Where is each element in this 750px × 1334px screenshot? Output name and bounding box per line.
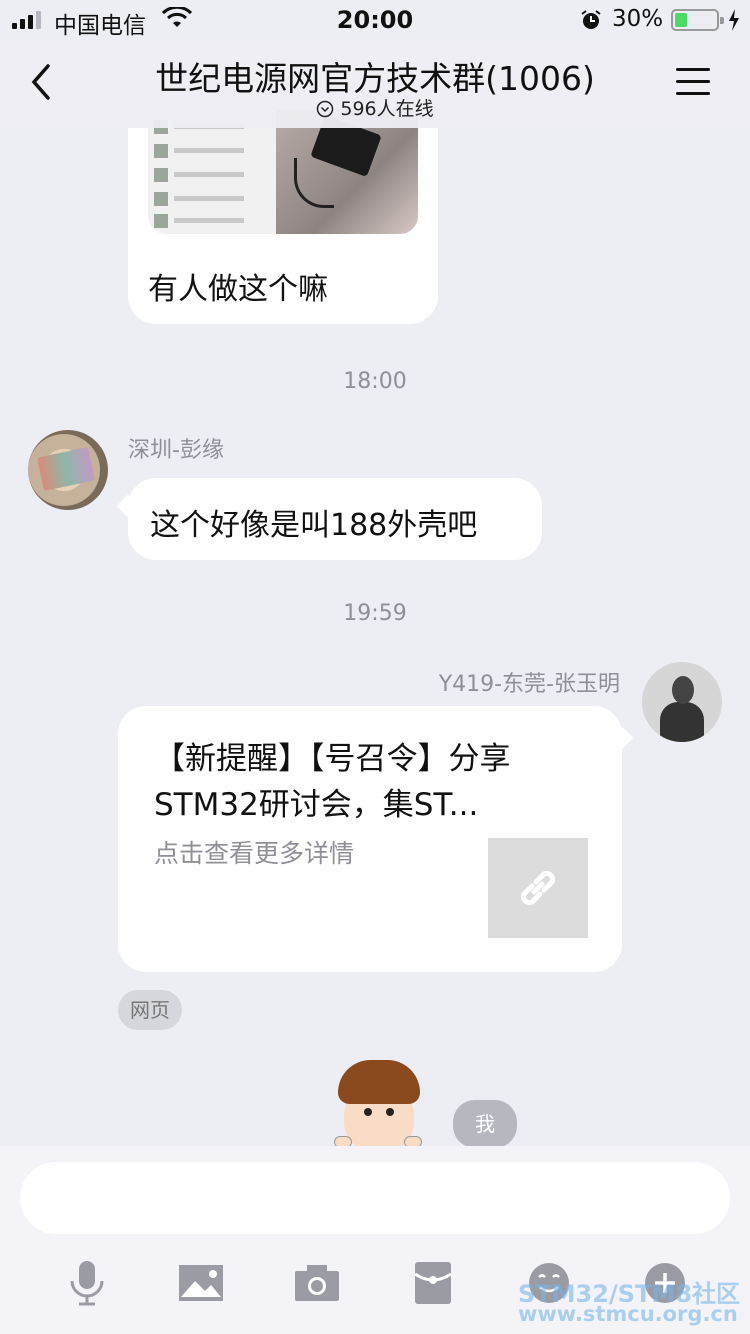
avatar[interactable] (28, 430, 108, 510)
battery-percent: 30% (612, 6, 664, 32)
group-title: 世纪电源网官方技术群(1006) (155, 59, 595, 98)
alarm-icon (581, 10, 601, 29)
camera-icon[interactable] (292, 1258, 342, 1308)
webpage-tag: 网页 (118, 990, 182, 1030)
link-title: 【新提醒】【号召令】分享STM32研讨会，集ST... (154, 741, 511, 823)
link-icon (520, 870, 556, 906)
image-thumbnail[interactable] (148, 110, 418, 234)
online-count: 596人在线 (0, 94, 750, 121)
avatar[interactable] (642, 662, 722, 742)
timestamp: 18:00 (343, 369, 407, 394)
link-description: 点击查看更多详情 (154, 839, 355, 868)
sticker-image[interactable] (330, 1060, 426, 1146)
image-icon[interactable] (176, 1258, 226, 1308)
battery-icon (671, 9, 724, 31)
menu-icon[interactable] (676, 68, 710, 104)
online-label: 596人在线 (340, 98, 434, 120)
message-text: 这个好像是叫188外壳吧 (150, 508, 478, 543)
sender-name: Y419-东莞-张玉明 (438, 672, 620, 697)
link-card-bubble[interactable]: 【新提醒】【号召令】分享STM32研讨会，集ST... 点击查看更多详情 (118, 706, 622, 972)
text-message-bubble[interactable]: 这个好像是叫188外壳吧 (128, 478, 542, 560)
red-packet-icon[interactable] (408, 1258, 458, 1308)
image-caption: 有人做这个嘛 (148, 272, 328, 307)
me-badge: 我 (453, 1100, 517, 1148)
timestamp: 19:59 (343, 601, 407, 626)
link-thumbnail (488, 838, 588, 938)
charging-icon (729, 9, 739, 31)
microphone-icon[interactable] (62, 1258, 112, 1308)
chevron-down-circle-icon (317, 100, 334, 118)
message-input[interactable] (20, 1162, 730, 1234)
nav-bar: 世纪电源网官方技术群(1006) 596人在线 (0, 40, 750, 128)
battery-fill (675, 13, 687, 27)
status-bar: 中国电信 20:00 30% (0, 0, 750, 40)
sender-name: 深圳-彭缘 (128, 438, 224, 463)
watermark-url: www.stmcu.org.cn (518, 1302, 738, 1326)
